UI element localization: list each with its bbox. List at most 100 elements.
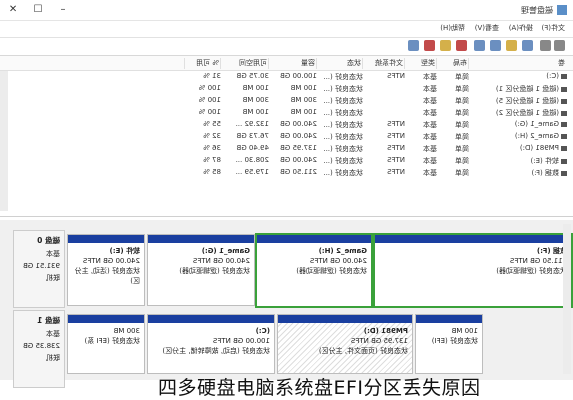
table-cell: 211.50 GB <box>280 168 317 176</box>
partition-name: (C:) <box>255 327 270 335</box>
partition-status: 状态良好 (页面文件, 主分区) <box>318 347 408 355</box>
menu-file[interactable]: 文件(F) <box>542 23 566 33</box>
col-status[interactable]: 状态 <box>316 58 363 69</box>
col-layout[interactable]: 布局 <box>436 58 469 69</box>
table-cell: Game_2 (H:) <box>471 132 567 140</box>
help-icon[interactable] <box>490 40 501 51</box>
disk1-partition-c[interactable]: (C:) 100.00 GB NTFS 状态良好 (启动, 故障转储, 主分区) <box>147 314 275 374</box>
table-cell: 76.73 GB <box>236 132 270 140</box>
volume-icon <box>561 170 567 176</box>
volume-icon <box>561 110 567 116</box>
table-cell: 状态良好 (... <box>323 157 363 165</box>
partition-status: 状态良好 (启动, 故障转储, 主分区) <box>162 347 270 355</box>
disk1-partition-efi-1[interactable]: 300 MB 状态良好 (EFI 系) <box>67 314 145 374</box>
disk1-size: 238.35 GB <box>23 342 60 350</box>
table-row[interactable]: 数据 (F:) 简单 基本 NTFS 状态良好 (... 211.50 GB 179.59 … <box>0 168 573 180</box>
col-type[interactable]: 类型 <box>404 58 437 69</box>
table-cell: 300 MB <box>290 96 317 104</box>
back-icon[interactable] <box>554 40 565 51</box>
table-cell: 49.40 GB <box>236 144 270 152</box>
disk1-partition-efi-2[interactable]: 100 MB 状态良好 (EFI) <box>415 314 483 374</box>
table-row[interactable]: (C:) 简单 基本 NTFS 状态良好 (... 100.00 GB 30.75 GB 31… <box>0 72 573 84</box>
table-row[interactable]: Game_2 (H:) 简单 基本 NTFS 状态良好 (... 240.00 GB 76.… <box>0 132 573 144</box>
table-cell: 简单 <box>455 121 469 129</box>
col-percent-free[interactable]: % 可用 <box>184 58 221 69</box>
table-row[interactable]: Game_1 (G:) 简单 基本 NTFS 状态良好 (... 240.00 GB 132… <box>0 120 573 132</box>
menu-help[interactable]: 帮助(H) <box>440 23 465 33</box>
properties-icon[interactable] <box>506 40 517 51</box>
table-cell: 数据 (F:) <box>471 168 567 178</box>
table-cell: 基本 <box>423 133 437 141</box>
table-cell: 300 MB <box>242 96 269 104</box>
table-row[interactable]: (磁盘 1 磁盘分区 1) 简单 基本 状态良好 (... 100 MB 100 MB 10… <box>0 84 573 96</box>
volume-list: 卷 布局 类型 文件系统 状态 容量 可用空间 % 可用 (C:) 简单 基本 NTF… <box>0 56 573 217</box>
table-cell: 100 MB <box>290 108 317 116</box>
table-cell: 100 MB <box>242 84 269 92</box>
table-row[interactable]: (磁盘 1 磁盘分区 2) 简单 基本 状态良好 (... 100 MB 100 MB 10… <box>0 108 573 120</box>
table-cell: PM981 (D:) <box>471 144 567 152</box>
table-cell: (磁盘 1 磁盘分区 2) <box>471 108 567 118</box>
partition-size: 137.95 GB NTFS <box>350 337 408 345</box>
table-cell: (C:) <box>471 72 567 80</box>
table-row[interactable]: 软件 (E:) 简单 基本 NTFS 状态良好 (... 240.00 GB 208.30 … <box>0 156 573 168</box>
maximize-button[interactable]: ☐ <box>25 2 51 18</box>
table-cell: 软件 (E:) <box>471 156 567 166</box>
table-cell: 基本 <box>423 169 437 177</box>
table-cell: 状态良好 (... <box>323 133 363 141</box>
volume-icon <box>561 98 567 104</box>
table-cell: NTFS <box>387 168 405 176</box>
partition-status: 状态良好 (逻辑驱动器) <box>496 267 567 275</box>
table-cell: 状态良好 (... <box>323 169 363 177</box>
disk0-size: 931.51 GB <box>23 262 60 270</box>
table-cell: 240.00 GB <box>280 120 317 128</box>
partition-name: PM981 (D:) <box>363 327 408 335</box>
disk1-type: 基本 <box>46 330 60 338</box>
table-cell: 简单 <box>455 169 469 177</box>
table-cell: 36 % <box>203 144 221 152</box>
disk1-label[interactable]: 磁盘 1 基本 238.35 GB 联机 <box>13 310 65 388</box>
col-volume[interactable]: 卷 <box>468 58 567 69</box>
col-free-space[interactable]: 可用空间 <box>220 58 269 69</box>
folder-icon[interactable] <box>440 40 451 51</box>
console-tree-icon[interactable] <box>522 40 533 51</box>
volume-icon <box>561 158 567 164</box>
volume-name: (磁盘 1 磁盘分区 2) <box>495 109 559 117</box>
minimize-button[interactable]: – <box>50 2 76 18</box>
volume-icon <box>561 73 567 79</box>
new-icon[interactable] <box>424 40 435 51</box>
table-row[interactable]: PM981 (D:) 简单 基本 NTFS 状态良好 (... 137.95 GB 49.4… <box>0 144 573 156</box>
partition-name: Game_2 (H:) <box>318 247 367 255</box>
partition-status: 状态良好 (EFI 系) <box>84 337 140 345</box>
volume-icon <box>561 86 567 92</box>
view-icon[interactable] <box>408 40 419 51</box>
disk1-partition-d[interactable]: PM981 (D:) 137.95 GB NTFS 状态良好 (页面文件, 主分… <box>277 314 413 374</box>
table-cell: 状态良好 (... <box>323 121 363 129</box>
menu-action[interactable]: 操作(A) <box>509 23 533 33</box>
table-cell: 简单 <box>455 85 469 93</box>
disk0-partition-e[interactable]: 软件 (E:) 240.00 GB NTFS 状态良好 (活动, 主分区) <box>67 234 145 306</box>
volume-name: 软件 (E:) <box>530 157 559 165</box>
forward-icon[interactable] <box>540 40 551 51</box>
col-filesystem[interactable]: 文件系统 <box>362 58 405 69</box>
disk0-partition-h[interactable]: Game_2 (H:) 240.00 GB NTFS 状态良好 (逻辑驱动器) <box>255 233 373 308</box>
window-title: 磁盘管理 <box>521 6 553 15</box>
caption-text: 四多硬盘电脑系统盘EFI分区丢失原因 <box>158 377 481 399</box>
disk-view-scrollbar[interactable] <box>563 224 571 374</box>
disk-graphical-view: 磁盘 0 基本 931.51 GB 联机 软件 (E:) 240.00 GB N… <box>0 220 573 388</box>
table-row[interactable]: (磁盘 1 磁盘分区 5) 简单 基本 状态良好 (... 300 MB 300 MB 10… <box>0 96 573 108</box>
col-capacity[interactable]: 容量 <box>268 58 317 69</box>
delete-icon[interactable] <box>456 40 467 51</box>
table-cell: 137.95 GB <box>280 144 317 152</box>
volume-name: (C:) <box>546 72 559 80</box>
close-button[interactable]: ✕ <box>0 2 26 18</box>
table-cell: 32 % <box>203 132 221 140</box>
disk0-partition-g[interactable]: Game_1 (G:) 240.00 GB NTFS 状态良好 (逻辑驱动器) <box>147 234 255 306</box>
refresh-icon[interactable] <box>474 40 485 51</box>
table-cell: 55 % <box>203 120 221 128</box>
table-scrollbar[interactable] <box>0 71 8 211</box>
disk0-label[interactable]: 磁盘 0 基本 931.51 GB 联机 <box>13 230 65 308</box>
disk0-partition-f[interactable]: 数据 (F:) 211.50 GB NTFS 状态良好 (逻辑驱动器) <box>373 233 573 308</box>
disk-management-window: 磁盘管理 – ☐ ✕ 文件(F) 操作(A) 查看(V) 帮助(H) 卷 布局 … <box>0 0 573 400</box>
partition-status: 状态良好 (活动, 主分区) <box>74 267 140 285</box>
menu-view[interactable]: 查看(V) <box>475 23 499 33</box>
